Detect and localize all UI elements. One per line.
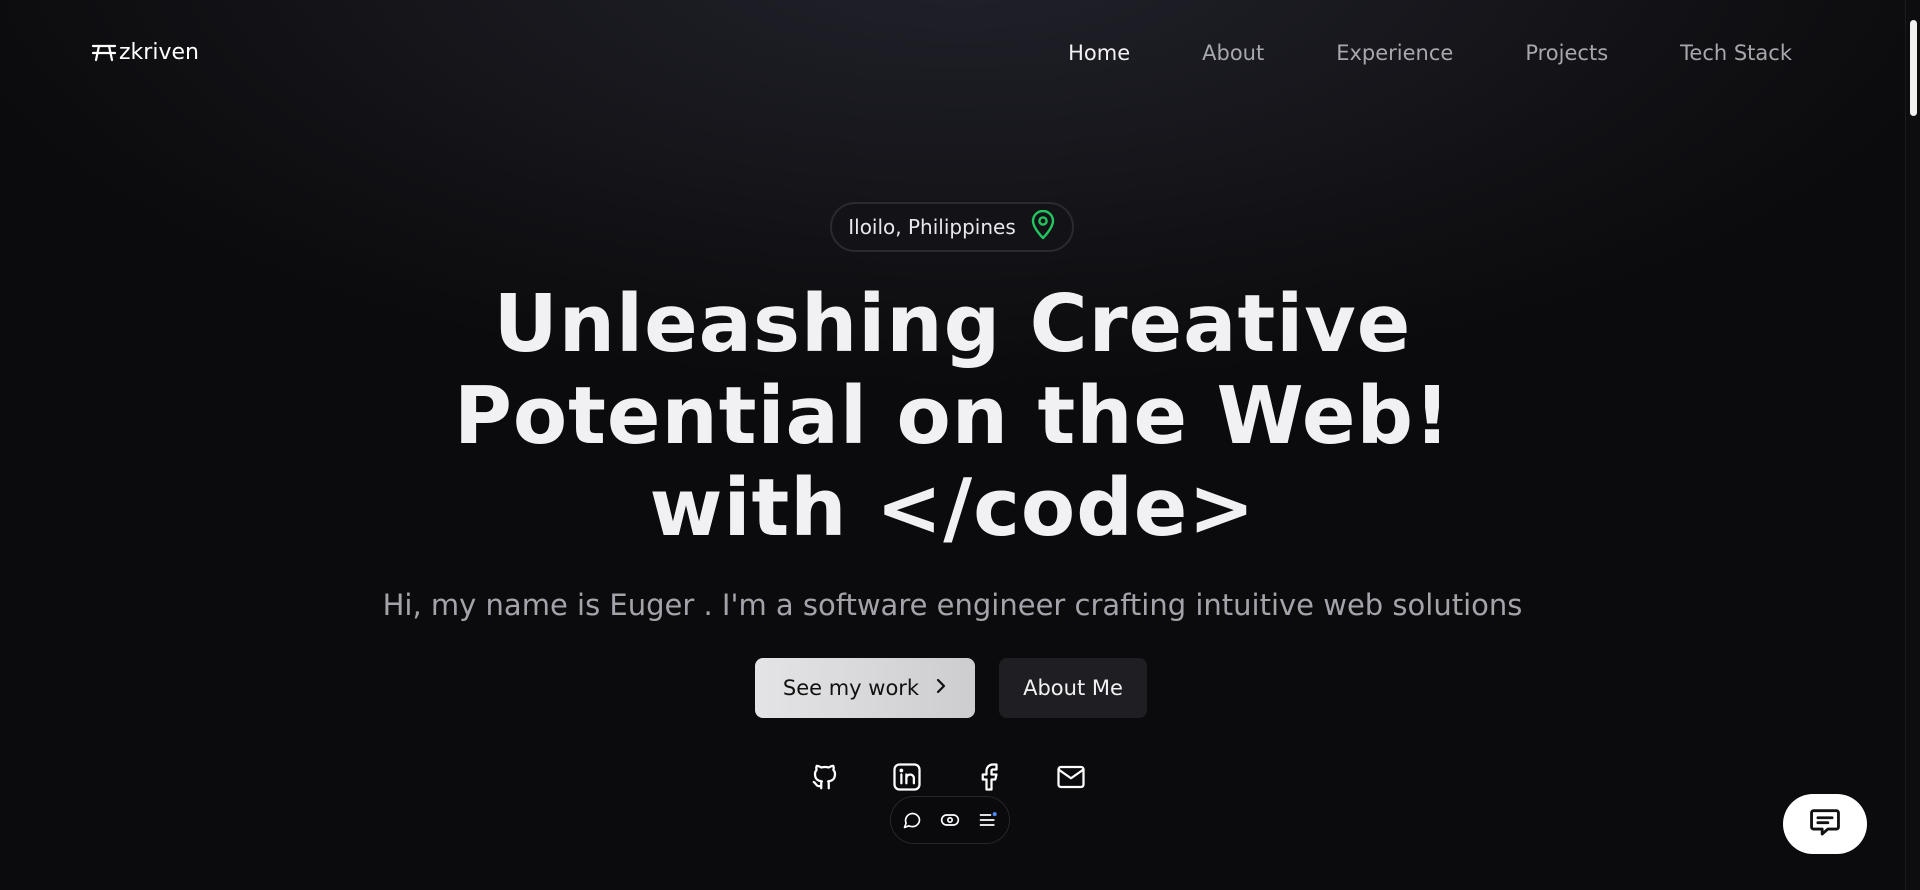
about-me-button[interactable]: About Me <box>999 658 1147 718</box>
social-links <box>808 760 1088 794</box>
location-text: Iloilo, Philippines <box>848 215 1016 239</box>
hero-subtitle: Hi, my name is Euger . I'm a software en… <box>382 588 1523 622</box>
facebook-icon[interactable] <box>972 760 1006 794</box>
top-nav: Home About Experience Projects Tech Stac… <box>996 38 1792 68</box>
github-icon[interactable] <box>808 760 842 794</box>
logo-text: zkriven <box>119 40 199 65</box>
menu-list-icon[interactable] <box>976 808 1000 832</box>
page: zkriven Home About Experience Projects T… <box>0 0 1920 890</box>
linkedin-icon[interactable] <box>890 760 924 794</box>
see-my-work-button[interactable]: See my work <box>755 658 975 718</box>
floating-toolbar <box>890 796 1010 844</box>
hero-actions: See my work About Me <box>755 658 1147 718</box>
nav-item-experience[interactable]: Experience <box>1336 38 1453 68</box>
hero-title-line-1: Unleashing Creative <box>493 278 1412 370</box>
mail-icon[interactable] <box>1054 760 1088 794</box>
picnic-table-icon <box>91 43 117 63</box>
eye-icon[interactable] <box>938 808 962 832</box>
nav-item-tech-stack[interactable]: Tech Stack <box>1680 38 1792 68</box>
see-my-work-label: See my work <box>782 676 920 700</box>
chat-button[interactable] <box>1783 794 1867 854</box>
page-scrollbar[interactable] <box>1905 0 1920 890</box>
hero-title-line-2: Potential on the Web! <box>453 370 1452 462</box>
comment-icon[interactable] <box>900 808 924 832</box>
chat-bubble-icon <box>1808 805 1842 843</box>
location-badge: Iloilo, Philippines <box>830 202 1074 252</box>
map-pin-icon <box>1030 209 1056 245</box>
scrollbar-thumb[interactable] <box>1910 20 1917 116</box>
site-logo[interactable]: zkriven <box>91 40 199 65</box>
nav-item-about[interactable]: About <box>1202 38 1264 68</box>
nav-item-projects[interactable]: Projects <box>1525 38 1608 68</box>
nav-item-home[interactable]: Home <box>1068 38 1130 68</box>
chevron-right-icon <box>935 676 947 700</box>
hero-title-line-3: with </code> <box>649 462 1256 554</box>
hero-title: Unleashing Creative Potential on the Web… <box>0 278 1905 554</box>
about-me-label: About Me <box>1023 676 1123 700</box>
